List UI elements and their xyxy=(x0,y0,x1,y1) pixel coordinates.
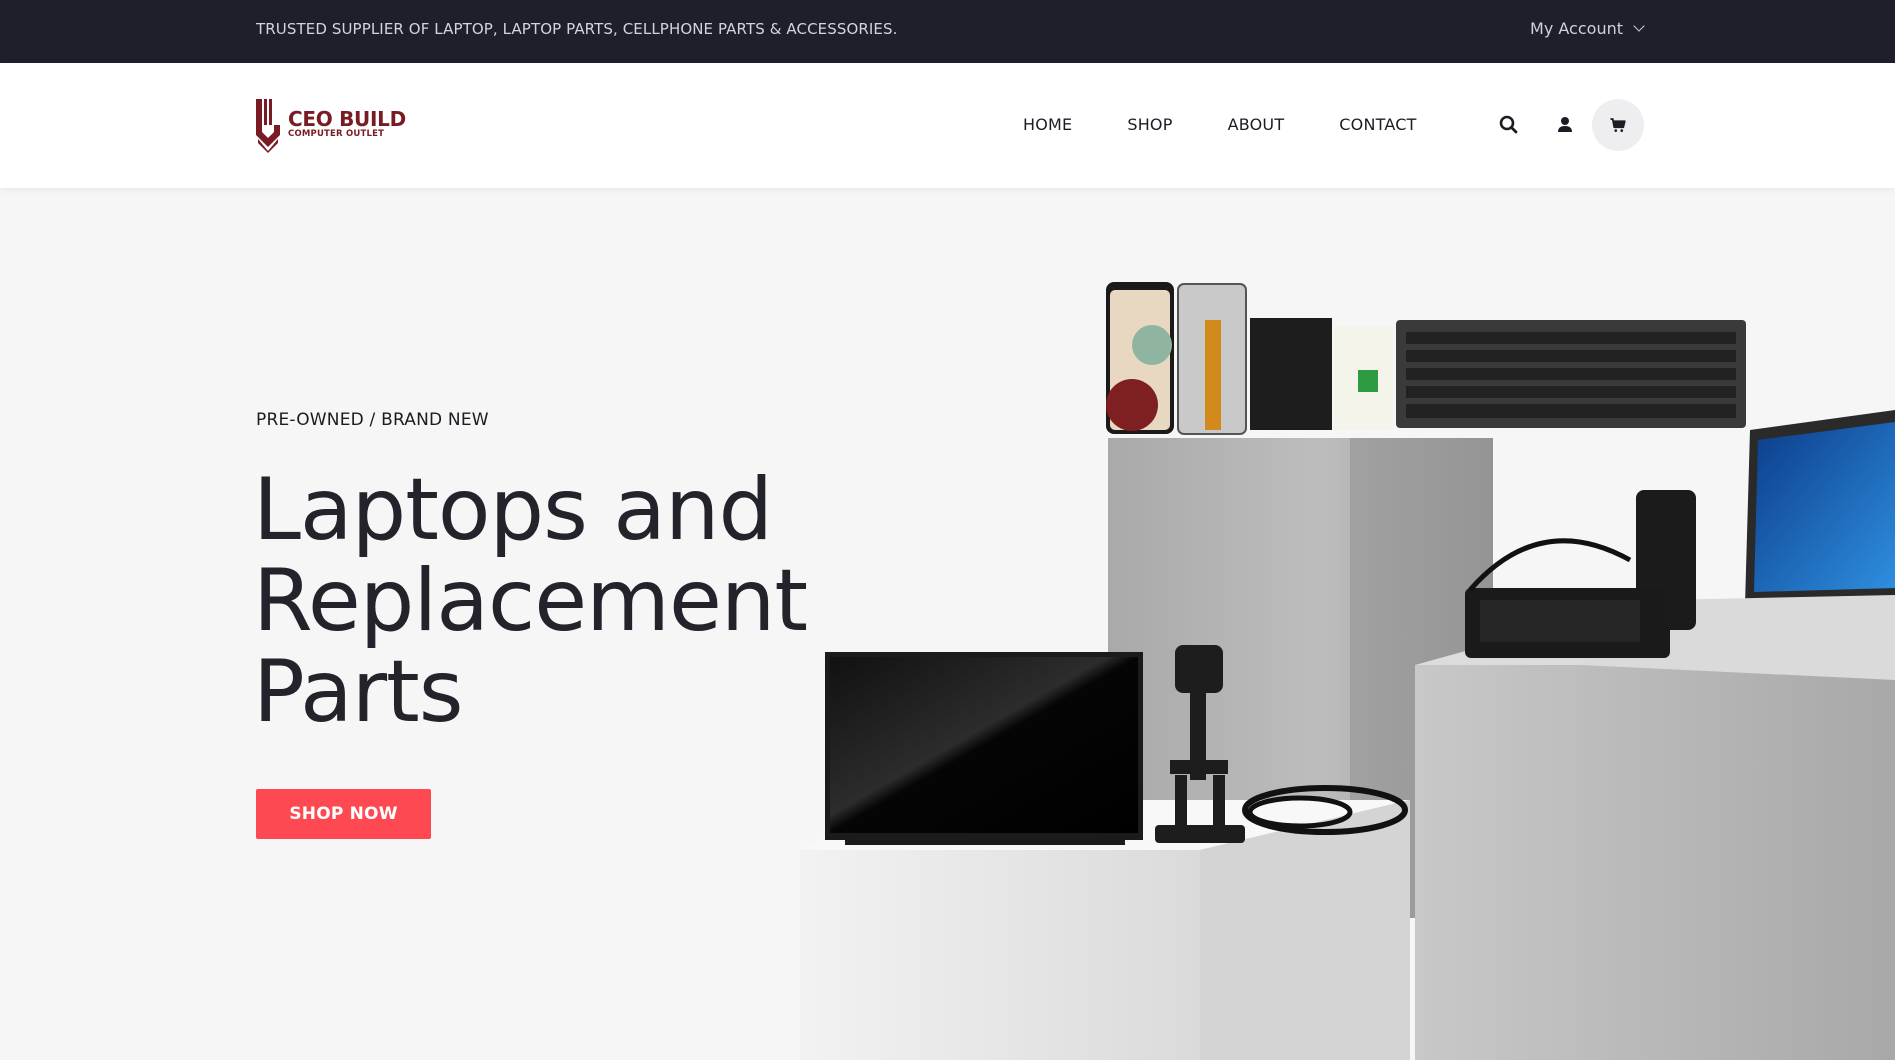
user-icon[interactable] xyxy=(1553,113,1577,137)
hero-eyebrow: PRE-OWNED / BRAND NEW xyxy=(256,410,489,430)
logo[interactable]: CEO BUILD COMPUTER OUTLET xyxy=(254,95,406,153)
logo-mark-icon xyxy=(256,99,280,153)
cart-button[interactable] xyxy=(1592,99,1644,151)
main-nav: HOME SHOP ABOUT CONTACT xyxy=(1023,115,1417,134)
logo-subtitle: COMPUTER OUTLET xyxy=(288,129,385,140)
my-account-label: My Account xyxy=(1530,19,1623,38)
nav-shop[interactable]: SHOP xyxy=(1127,115,1172,134)
nav-contact[interactable]: CONTACT xyxy=(1339,115,1416,134)
shop-now-button[interactable]: SHOP NOW xyxy=(256,789,431,839)
topbar-tagline: TRUSTED SUPPLIER OF LAPTOP, LAPTOP PARTS… xyxy=(256,20,898,38)
top-bar: TRUSTED SUPPLIER OF LAPTOP, LAPTOP PARTS… xyxy=(0,0,1895,63)
logo-title: CEO BUILD xyxy=(288,107,406,132)
site-header: CEO BUILD COMPUTER OUTLET HOME SHOP ABOU… xyxy=(0,63,1895,188)
nav-home[interactable]: HOME xyxy=(1023,115,1072,134)
nav-about[interactable]: ABOUT xyxy=(1228,115,1285,134)
chevron-down-icon xyxy=(1633,20,1645,32)
cart-icon xyxy=(1610,118,1626,132)
search-icon[interactable] xyxy=(1497,113,1521,137)
my-account-dropdown[interactable]: My Account xyxy=(1530,19,1645,38)
hero-product-image xyxy=(800,282,1895,1060)
